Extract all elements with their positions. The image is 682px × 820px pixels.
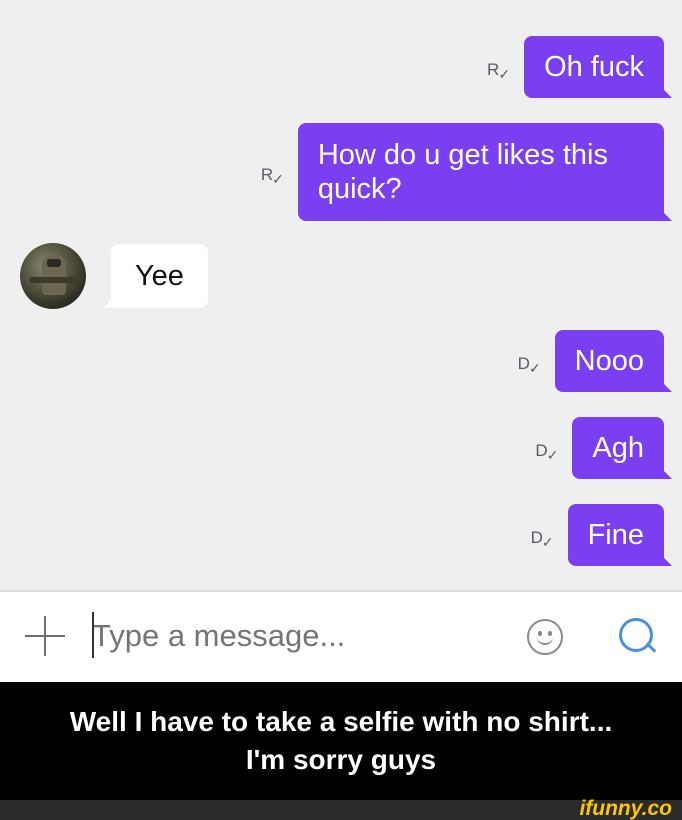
message-text: Agh bbox=[592, 432, 644, 464]
message-row-outgoing: R ✓ Oh fuck bbox=[487, 36, 672, 98]
avatar-visor bbox=[47, 259, 61, 267]
message-text: Nooo bbox=[574, 345, 644, 377]
check-icon: ✓ bbox=[528, 360, 541, 376]
message-text: quick? bbox=[317, 173, 402, 205]
delivery-receipt: D ✓ bbox=[535, 435, 559, 463]
message-row-incoming: Yee bbox=[20, 243, 208, 309]
message-text: How do u get likes this bbox=[317, 139, 608, 171]
message-row-outgoing: D ✓ Agh bbox=[535, 417, 672, 479]
caption-line: I'm sorry guys bbox=[245, 744, 437, 775]
watermark: ifunny.co bbox=[579, 797, 672, 820]
delivery-receipt: D ✓ bbox=[518, 348, 541, 376]
caption-line: Well I have to take a selfie with no shi… bbox=[69, 706, 613, 737]
check-icon: ✓ bbox=[272, 171, 284, 187]
incoming-message-bubble[interactable]: Yee bbox=[103, 244, 208, 308]
avatar[interactable] bbox=[20, 243, 86, 309]
smiley-icon[interactable] bbox=[527, 619, 563, 655]
outgoing-message-bubble[interactable]: Agh bbox=[572, 417, 672, 479]
meme-caption: Well I have to take a selfie with no shi… bbox=[0, 682, 682, 800]
delivery-receipt: D ✓ bbox=[531, 522, 554, 550]
message-text: Fine bbox=[587, 519, 644, 551]
message-row-outgoing: R ✓ How do u get likes this quick? bbox=[261, 123, 673, 221]
search-bubble-icon[interactable] bbox=[617, 616, 657, 656]
avatar-weapon bbox=[30, 277, 76, 283]
check-icon: ✓ bbox=[498, 66, 511, 82]
message-row-outgoing: D ✓ Nooo bbox=[518, 330, 673, 392]
message-text: Yee bbox=[135, 260, 184, 292]
message-row-outgoing: D ✓ Fine bbox=[531, 504, 673, 566]
outgoing-message-bubble[interactable]: Fine bbox=[567, 504, 673, 566]
chat-thread: R ✓ Oh fuck R ✓ How do u get likes this qu… bbox=[0, 0, 682, 590]
plus-icon[interactable] bbox=[25, 616, 65, 656]
check-icon: ✓ bbox=[546, 447, 559, 463]
read-receipt: R ✓ bbox=[261, 159, 284, 187]
message-input[interactable] bbox=[92, 612, 492, 660]
text-cursor bbox=[92, 612, 94, 658]
message-composer bbox=[0, 590, 682, 682]
check-icon: ✓ bbox=[541, 534, 554, 550]
message-text: Oh fuck bbox=[544, 51, 644, 83]
outgoing-message-bubble[interactable]: Nooo bbox=[554, 330, 673, 392]
outgoing-message-bubble[interactable]: How do u get likes this quick? bbox=[297, 123, 673, 221]
smiley-mouth bbox=[537, 635, 553, 645]
read-receipt: R ✓ bbox=[487, 54, 511, 82]
outgoing-message-bubble[interactable]: Oh fuck bbox=[524, 36, 672, 98]
